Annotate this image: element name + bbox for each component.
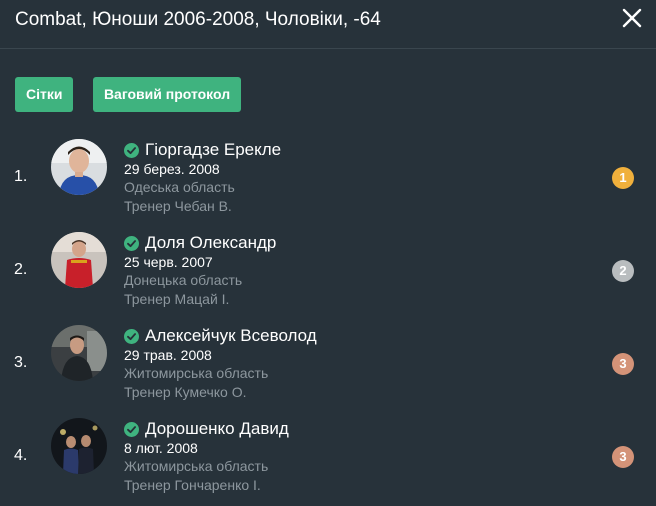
athlete-dob: 29 трав. 2008 — [124, 347, 212, 363]
verified-check-icon — [124, 328, 139, 344]
modal-title: Combat, Юноши 2006-2008, Чоловіки, -64 — [15, 9, 381, 30]
rank-number: 1. — [14, 168, 28, 185]
list-item[interactable]: 3. Алексейчук Всеволод 29 трав. 2008 Жит… — [0, 324, 656, 417]
athlete-region: Житомирська область — [124, 365, 269, 381]
medal-badge: 3 — [612, 446, 634, 468]
grids-button[interactable]: Сітки — [15, 77, 74, 112]
list-item[interactable]: 4. Дорошенко Давид 8 лют. 2008 Житомирсь… — [0, 417, 656, 506]
athlete-region: Одеська область — [124, 179, 235, 195]
medal-badge: 3 — [612, 353, 634, 375]
athlete-info: Дорошенко Давид 8 лют. 2008 Житомирська … — [124, 418, 289, 495]
close-icon[interactable] — [622, 8, 642, 28]
medal-badge: 1 — [612, 167, 634, 189]
avatar — [51, 139, 107, 195]
athlete-info: Доля Олександр 25 черв. 2007 Донецька об… — [124, 232, 276, 309]
athlete-name[interactable]: Алексейчук Всеволод — [145, 326, 317, 346]
avatar — [51, 325, 107, 381]
athletes-list: 1. Гіоргадзе Ерекле 29 берез. 2008 Одесь… — [0, 138, 656, 506]
athlete-info: Алексейчук Всеволод 29 трав. 2008 Житоми… — [124, 325, 317, 402]
athlete-coach: Тренер Мацай І. — [124, 291, 230, 307]
athlete-dob: 25 черв. 2007 — [124, 254, 213, 270]
verified-check-icon — [124, 235, 139, 251]
athlete-coach: Тренер Кумечко О. — [124, 384, 247, 400]
list-item[interactable]: 2. Доля Олександр 25 черв. 2007 Донецька… — [0, 231, 656, 324]
athlete-dob: 29 берез. 2008 — [124, 161, 220, 177]
avatar — [51, 232, 107, 288]
medal-badge: 2 — [612, 260, 634, 282]
athlete-name[interactable]: Доля Олександр — [145, 233, 276, 253]
rank-number: 2. — [14, 261, 28, 278]
results-modal: Combat, Юноши 2006-2008, Чоловіки, -64 С… — [0, 0, 656, 506]
athlete-coach: Тренер Гончаренко І. — [124, 477, 261, 493]
rank-number: 3. — [14, 354, 28, 371]
athlete-name[interactable]: Гіоргадзе Ерекле — [145, 140, 281, 160]
list-item[interactable]: 1. Гіоргадзе Ерекле 29 берез. 2008 Одесь… — [0, 138, 656, 231]
weigh-protocol-button[interactable]: Ваговий протокол — [92, 77, 242, 112]
rank-number: 4. — [14, 447, 28, 464]
verified-check-icon — [124, 142, 139, 158]
athlete-name[interactable]: Дорошенко Давид — [145, 419, 289, 439]
modal-header: Combat, Юноши 2006-2008, Чоловіки, -64 — [0, 0, 656, 49]
action-buttons: Сітки Ваговий протокол — [15, 77, 256, 113]
athlete-region: Житомирська область — [124, 458, 269, 474]
athlete-dob: 8 лют. 2008 — [124, 440, 198, 456]
athlete-info: Гіоргадзе Ерекле 29 берез. 2008 Одеська … — [124, 139, 281, 216]
avatar — [51, 418, 107, 474]
athlete-coach: Тренер Чебан В. — [124, 198, 232, 214]
verified-check-icon — [124, 421, 139, 437]
athlete-region: Донецька область — [124, 272, 243, 288]
